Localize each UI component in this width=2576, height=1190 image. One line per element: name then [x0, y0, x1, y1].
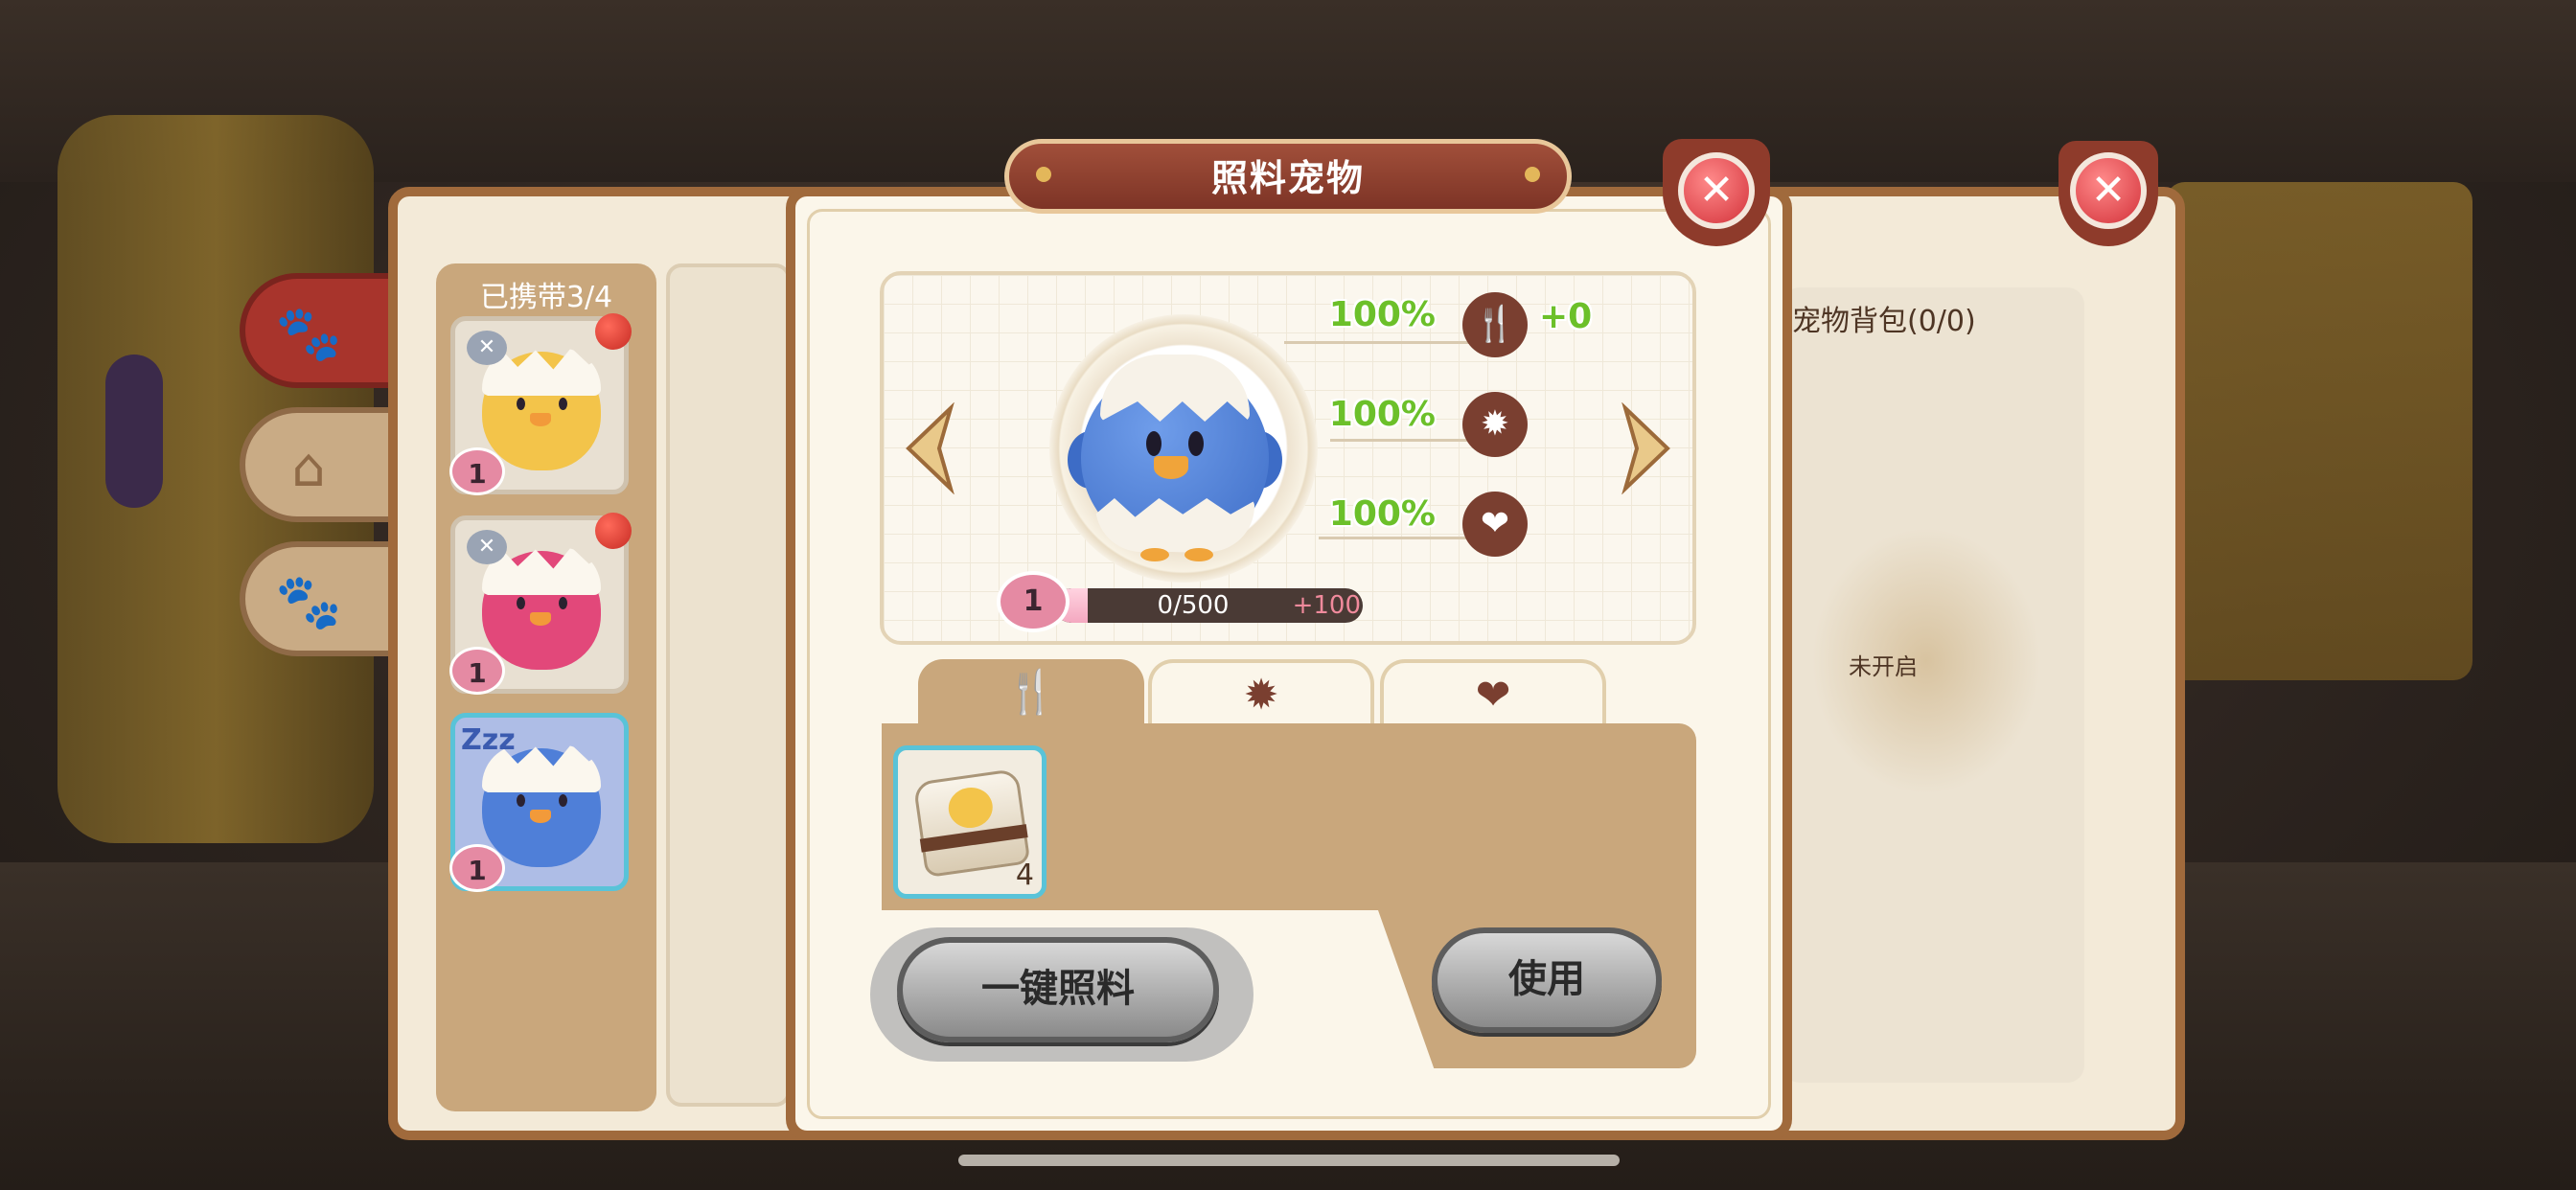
- side-tab-badge[interactable]: 🐾: [240, 541, 402, 656]
- background-tree-hole: [105, 355, 163, 508]
- back-panel-close[interactable]: ✕: [2058, 141, 2158, 246]
- angry-face-icon: ✕: [467, 530, 507, 564]
- bag-chick-emblem: [946, 785, 996, 832]
- use-button[interactable]: 使用: [1432, 927, 1662, 1033]
- feed-all-button[interactable]: 一键照料: [897, 937, 1219, 1042]
- side-tab-home[interactable]: ⌂: [240, 407, 402, 522]
- pet-eye: [517, 597, 525, 609]
- carry-count-title: 已携带3/4: [479, 281, 613, 314]
- paw-badge-icon: 🐾: [275, 571, 342, 633]
- pet-slot-blue-selected[interactable]: Zzz 1: [449, 713, 629, 892]
- next-pet-arrow-icon[interactable]: [1620, 402, 1675, 494]
- sun-icon: ✹: [1243, 671, 1279, 720]
- sleep-zzz-icon: Zzz: [461, 723, 516, 757]
- heart-icon: ❤: [1462, 492, 1528, 557]
- item-count: 4: [1015, 858, 1034, 892]
- exp-gain: +100: [1292, 591, 1361, 620]
- tab-mood[interactable]: ✹: [1148, 659, 1374, 726]
- satiety-value: 100%: [1328, 295, 1436, 334]
- pet-beak: [530, 413, 551, 426]
- dialog-close-button[interactable]: ✕: [1663, 139, 1770, 246]
- pet-level-badge: 1: [449, 447, 505, 495]
- pet-beak: [530, 612, 551, 626]
- pet-level-badge: 1: [449, 844, 505, 892]
- pet-beak: [1154, 456, 1188, 479]
- tab-feed[interactable]: 🍴: [918, 659, 1144, 726]
- pet-detail-background: [666, 263, 791, 1107]
- fork-spoon-icon: 🍴: [1462, 292, 1528, 357]
- angry-face-icon: ✕: [467, 331, 507, 365]
- satiety-delta: +0: [1539, 297, 1593, 336]
- pet-eye: [517, 794, 525, 807]
- pet-slot-yellow[interactable]: ✕ 1: [449, 313, 632, 495]
- pet-bag-locked-text: 未开启: [1849, 653, 1918, 680]
- dialog-title: 照料宠物: [1210, 157, 1365, 199]
- home-indicator[interactable]: [958, 1155, 1620, 1166]
- pet-foot: [1184, 548, 1213, 561]
- sun-icon: ✹: [1462, 392, 1528, 457]
- fork-spoon-icon: 🍴: [1004, 668, 1058, 717]
- mood-value: 100%: [1328, 395, 1436, 434]
- pet-beak: [530, 810, 551, 823]
- tab-affection[interactable]: ❤: [1380, 659, 1606, 726]
- pet-foot: [1140, 548, 1169, 561]
- item-slot-food[interactable]: 4: [893, 745, 1046, 899]
- affection-value: 100%: [1328, 494, 1436, 534]
- pet-bag-title: 宠物背包(0/0): [1792, 305, 1976, 338]
- background-cabinet: [2166, 182, 2472, 680]
- heart-icon: ❤: [1475, 671, 1511, 720]
- pet-eye: [559, 597, 567, 609]
- pet-eye: [517, 398, 525, 410]
- bag-strap: [919, 824, 1028, 853]
- house-paw-icon: ⌂: [291, 437, 326, 499]
- pet-level-badge: 1: [449, 647, 505, 695]
- pet-eye: [1146, 431, 1162, 456]
- pet-eye: [559, 794, 567, 807]
- stat-connector: [1284, 341, 1476, 344]
- notification-dot: [595, 313, 632, 350]
- close-icon[interactable]: ✕: [2070, 152, 2147, 229]
- side-tab-pets[interactable]: 🐾: [240, 273, 402, 388]
- pet-eye: [559, 398, 567, 410]
- notification-dot: [595, 513, 632, 549]
- close-icon[interactable]: ✕: [1678, 152, 1755, 229]
- pet-food-bag-icon: [912, 767, 1031, 879]
- pet-slot-pink[interactable]: ✕ 1: [449, 513, 632, 695]
- prev-pet-arrow-icon[interactable]: [901, 402, 956, 494]
- pet-eye: [1188, 431, 1204, 456]
- paw-icon: 🐾: [275, 303, 342, 365]
